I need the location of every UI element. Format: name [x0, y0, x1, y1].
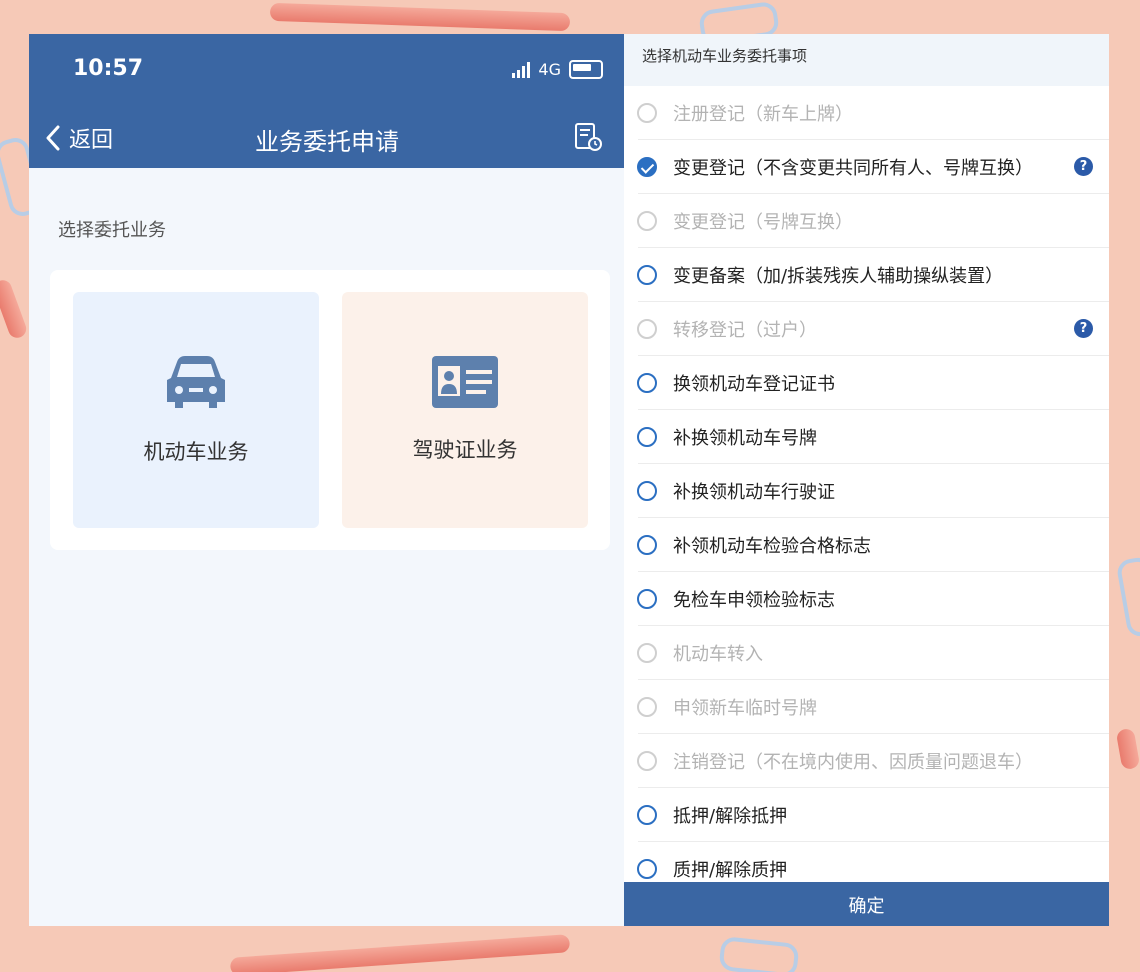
vehicle-business-label: 机动车业务 [143, 440, 249, 464]
signal-icon [512, 61, 531, 78]
radio-icon[interactable] [637, 535, 657, 555]
id-card-icon [432, 356, 498, 408]
option-item[interactable]: 补换领机动车号牌 [624, 410, 1109, 464]
driver-license-label: 驾驶证业务 [412, 438, 518, 462]
radio-icon [637, 751, 657, 771]
option-item: 转移登记（过户）? [624, 302, 1109, 356]
option-label: 抵押/解除抵押 [673, 806, 788, 827]
status-indicators: 4G [512, 60, 603, 79]
option-item[interactable]: 变更登记（不含变更共同所有人、号牌互换）? [624, 140, 1109, 194]
confirm-button[interactable]: 确定 [624, 882, 1109, 926]
option-label: 免检车申领检验标志 [673, 590, 835, 611]
option-item: 申领新车临时号牌 [624, 680, 1109, 734]
option-item[interactable]: 变更备案（加/拆装残疾人辅助操纵装置） [624, 248, 1109, 302]
option-item[interactable]: 免检车申领检验标志 [624, 572, 1109, 626]
panel-header: 选择机动车业务委托事项 [624, 34, 1109, 86]
radio-checked-icon[interactable] [637, 157, 657, 177]
option-item[interactable]: 抵押/解除抵押 [624, 788, 1109, 842]
radio-icon [637, 211, 657, 231]
business-options-panel: 选择机动车业务委托事项 注册登记（新车上牌） 变更登记（不含变更共同所有人、号牌互… [624, 34, 1109, 926]
option-label: 变更备案（加/拆装残疾人辅助操纵装置） [673, 266, 1004, 287]
radio-icon[interactable] [637, 427, 657, 447]
option-label: 补领机动车检验合格标志 [673, 536, 871, 557]
radio-icon[interactable] [637, 859, 657, 879]
status-time: 10:57 [73, 56, 144, 81]
option-label: 机动车转入 [673, 644, 763, 665]
driver-license-tile[interactable]: 驾驶证业务 [342, 292, 588, 528]
option-item: 变更登记（号牌互换） [624, 194, 1109, 248]
option-label: 补换领机动车行驶证 [673, 482, 835, 503]
option-item[interactable]: 补换领机动车行驶证 [624, 464, 1109, 518]
network-label: 4G [538, 60, 561, 79]
option-item: 注销登记（不在境内使用、因质量问题退车） [624, 734, 1109, 788]
radio-icon [637, 319, 657, 339]
radio-icon [637, 103, 657, 123]
option-label: 注册登记（新车上牌） [673, 104, 853, 125]
car-icon [167, 356, 225, 408]
section-label: 选择委托业务 [58, 220, 166, 241]
radio-icon[interactable] [637, 805, 657, 825]
help-icon[interactable]: ? [1074, 157, 1093, 176]
document-history-icon[interactable] [573, 122, 603, 152]
radio-icon[interactable] [637, 481, 657, 501]
help-icon[interactable]: ? [1074, 319, 1093, 338]
option-label: 质押/解除质押 [673, 860, 788, 881]
page-title: 业务委托申请 [255, 128, 399, 156]
vehicle-business-tile[interactable]: 机动车业务 [73, 292, 319, 528]
option-item: 机动车转入 [624, 626, 1109, 680]
radio-icon[interactable] [637, 589, 657, 609]
option-label: 注销登记（不在境内使用、因质量问题退车） [673, 752, 1033, 773]
nav-bar: 返回 业务委托申请 [29, 106, 625, 168]
panel-title: 选择机动车业务委托事项 [642, 47, 808, 65]
radio-icon[interactable] [637, 265, 657, 285]
left-phone-screen: 10:57 4G 返回 业务委托申请 选择委托业务 机动车业务 驾驶证业务 [29, 34, 625, 926]
options-list: 注册登记（新车上牌） 变更登记（不含变更共同所有人、号牌互换）? 变更登记（号牌互换… [624, 86, 1109, 896]
option-label: 变更登记（号牌互换） [673, 212, 853, 233]
option-label: 换领机动车登记证书 [673, 374, 835, 395]
battery-icon [569, 60, 603, 79]
radio-icon[interactable] [637, 373, 657, 393]
radio-icon [637, 643, 657, 663]
option-label: 申领新车临时号牌 [673, 698, 817, 719]
status-bar: 10:57 4G [29, 34, 625, 106]
option-item[interactable]: 补领机动车检验合格标志 [624, 518, 1109, 572]
option-item[interactable]: 换领机动车登记证书 [624, 356, 1109, 410]
business-card: 机动车业务 驾驶证业务 [50, 270, 610, 550]
option-label: 补换领机动车号牌 [673, 428, 817, 449]
option-label: 转移登记（过户） [673, 320, 817, 341]
option-item: 注册登记（新车上牌） [624, 86, 1109, 140]
radio-icon [637, 697, 657, 717]
option-label: 变更登记（不含变更共同所有人、号牌互换） [673, 158, 1033, 179]
